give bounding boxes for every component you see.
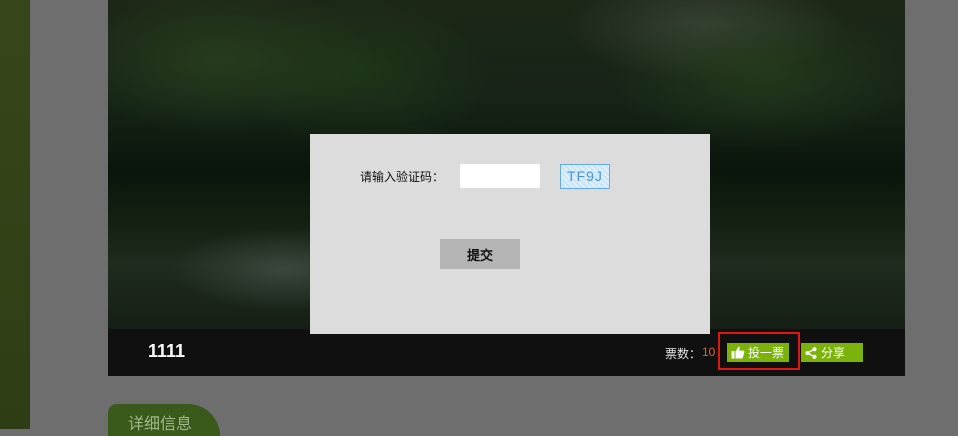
vote-count-value: 10 bbox=[702, 345, 716, 359]
share-button-label: 分享 bbox=[821, 346, 846, 360]
captcha-input[interactable] bbox=[460, 164, 540, 188]
share-button[interactable]: 分享 bbox=[801, 343, 863, 362]
captcha-label: 请输入验证码： bbox=[360, 170, 445, 184]
share-icon bbox=[805, 346, 817, 359]
vote-count-label: 票数： bbox=[665, 347, 702, 361]
captcha-image[interactable]: TF9J bbox=[560, 164, 610, 189]
entry-title: 1111 bbox=[148, 341, 186, 361]
detail-section-tab: 详细信息 bbox=[108, 404, 220, 436]
detail-section-label: 详细信息 bbox=[128, 414, 193, 433]
left-decor-strip bbox=[0, 0, 30, 429]
captcha-dialog: 请输入验证码： TF9J 提交 bbox=[310, 134, 710, 334]
vote-button-highlight bbox=[718, 332, 800, 370]
submit-button[interactable]: 提交 bbox=[440, 239, 520, 269]
